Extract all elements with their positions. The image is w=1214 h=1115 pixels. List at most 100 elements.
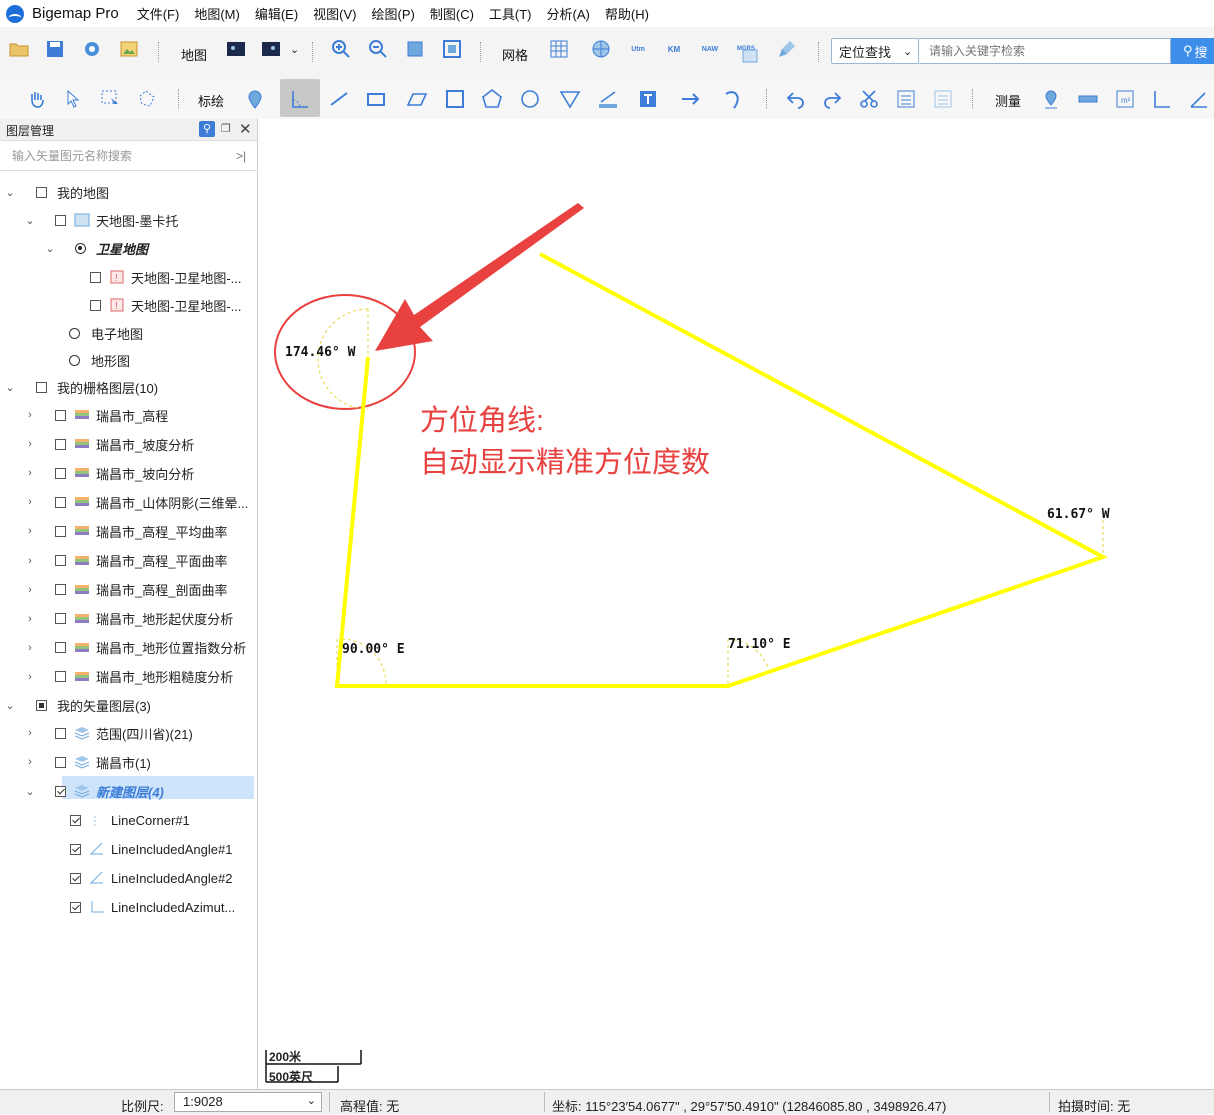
chevron-down-icon[interactable]: ⌄ (25, 214, 35, 227)
checkbox[interactable] (90, 299, 101, 311)
tree-item-satellite-map[interactable]: ⌄ 卫星地图 (45, 237, 148, 259)
checkbox[interactable] (55, 467, 66, 479)
chevron-right-icon[interactable]: › (25, 613, 35, 625)
collapse-icon[interactable]: >| (236, 141, 246, 171)
float-window-icon[interactable]: ❐ (221, 122, 231, 135)
feature-line-corner[interactable]: LineCorner#1 (70, 809, 190, 831)
checkbox[interactable] (55, 525, 66, 537)
checkbox[interactable] (36, 381, 47, 393)
tree-item-raster-layer[interactable]: › 瑞昌市_地形位置指数分析 (25, 637, 246, 659)
tree-item-raster-layer[interactable]: › 瑞昌市_坡度分析 (25, 433, 194, 455)
measure-angle-icon[interactable] (1150, 87, 1174, 111)
parallelogram-icon[interactable] (405, 87, 429, 111)
cut-scissors-icon[interactable] (857, 87, 881, 111)
chevron-down-icon[interactable]: ⌄ (5, 699, 15, 712)
radio-selected[interactable] (75, 242, 86, 254)
chevron-down-icon[interactable]: ⌄ (290, 43, 299, 56)
grid-icon[interactable] (547, 37, 571, 61)
tree-item-sat-layer-2[interactable]: ! 天地图-卫星地图-... (90, 294, 242, 316)
menu-file[interactable]: 文件(F) (137, 4, 180, 23)
tree-item-raster-layer[interactable]: › 瑞昌市_地形起伏度分析 (25, 608, 233, 630)
measure-azimuth-icon[interactable] (1187, 87, 1211, 111)
full-extent-icon[interactable] (403, 37, 427, 61)
tree-group-raster[interactable]: ⌄ 我的栅格图层(10) (5, 376, 158, 398)
menu-edit[interactable]: 编辑(E) (255, 4, 298, 23)
tree-group-vector[interactable]: ⌄ 我的矢量图层(3) (5, 694, 151, 716)
naw-grid-button[interactable]: NAW (698, 37, 722, 61)
select-arrow-icon[interactable] (61, 87, 85, 111)
utm-grid-button[interactable]: Utm (626, 37, 650, 61)
pan-hand-icon[interactable] (25, 87, 49, 111)
box-select-icon[interactable] (98, 87, 122, 111)
chevron-right-icon[interactable]: › (25, 555, 35, 567)
menu-map[interactable]: 地图(M) (194, 4, 240, 23)
tree-item-raster-layer[interactable]: › 瑞昌市_地形粗糙度分析 (25, 666, 233, 688)
checkbox[interactable] (55, 671, 66, 683)
checkbox-checked[interactable] (70, 814, 81, 826)
measure-area-icon[interactable]: m² (1113, 87, 1137, 111)
checkbox[interactable] (55, 555, 66, 566)
chevron-down-icon[interactable]: ⌄ (45, 242, 55, 255)
menu-view[interactable]: 视图(V) (313, 4, 356, 23)
open-folder-icon[interactable] (7, 37, 31, 61)
layer-search-input[interactable]: 输入矢量图元名称搜索 >| (0, 141, 257, 171)
checkbox[interactable] (55, 756, 66, 768)
feature-line-included-angle-2[interactable]: LineIncludedAngle#2 (70, 867, 232, 889)
tree-item-vector-new[interactable]: ⌄ 新建图层(4) (25, 780, 164, 802)
tree-group-my-map[interactable]: ⌄ 我的地图 (5, 181, 109, 203)
checkbox[interactable] (55, 496, 66, 508)
tree-item-terrain-map[interactable]: 地形图 (69, 349, 130, 371)
map-canvas[interactable]: 方位角线: 自动显示精准方位度数 174.46° W 61.67° W 90.0… (258, 119, 1214, 1089)
chevron-right-icon[interactable]: › (25, 642, 35, 654)
checkbox[interactable] (55, 727, 66, 739)
triangle-draw-icon[interactable] (558, 87, 582, 111)
chevron-down-icon[interactable]: ⌄ (25, 785, 35, 798)
menu-help[interactable]: 帮助(H) (605, 4, 649, 23)
azimuth-line-icon[interactable] (288, 87, 312, 111)
checkbox-checked[interactable] (55, 785, 66, 797)
chevron-right-icon[interactable]: › (25, 525, 35, 537)
checkbox[interactable] (55, 214, 66, 226)
basemap-select-icon[interactable] (259, 37, 283, 61)
checkbox[interactable] (55, 584, 66, 596)
search-input[interactable] (919, 38, 1171, 64)
dark-map-icon[interactable] (224, 37, 248, 61)
text-tool-icon[interactable] (636, 87, 660, 111)
search-icon[interactable]: ⚲ (199, 121, 215, 137)
menu-draw[interactable]: 绘图(P) (372, 4, 415, 23)
tree-item-vector-ruichang[interactable]: › 瑞昌市(1) (25, 751, 151, 773)
chevron-right-icon[interactable]: › (25, 467, 35, 479)
tree-item-raster-layer[interactable]: › 瑞昌市_高程_平面曲率 (25, 550, 227, 572)
tree-item-tianditu-mercator[interactable]: ⌄ 天地图-墨卡托 (25, 209, 178, 231)
chevron-right-icon[interactable]: › (25, 671, 35, 683)
tree-item-raster-layer[interactable]: › 瑞昌市_山体阴影(三维晕... (25, 491, 248, 513)
chevron-right-icon[interactable]: › (25, 496, 35, 508)
tree-item-raster-layer[interactable]: › 瑞昌市_高程_剖面曲率 (25, 579, 227, 601)
feature-line-included-azimuth[interactable]: LineIncludedAzimut... (70, 896, 235, 918)
globe-grid-icon[interactable] (589, 37, 613, 61)
properties-icon[interactable] (894, 87, 918, 111)
chevron-right-icon[interactable]: › (25, 584, 35, 596)
settings-gear-icon[interactable] (80, 37, 104, 61)
checkbox-checked[interactable] (70, 843, 81, 855)
search-button[interactable]: ⚲ 搜 (1171, 38, 1214, 64)
radio[interactable] (69, 354, 80, 366)
checkbox[interactable] (55, 642, 66, 654)
km-grid-button[interactable]: KM (662, 37, 686, 61)
pentagon-icon[interactable] (480, 87, 504, 111)
close-icon[interactable]: ✕ (239, 120, 252, 138)
curve-draw-icon[interactable] (722, 87, 746, 111)
undo-icon[interactable] (784, 87, 808, 111)
tree-item-vector-sichuan[interactable]: › 范围(四川省)(21) (25, 722, 193, 744)
checkbox[interactable] (55, 409, 66, 421)
checkbox[interactable] (55, 613, 66, 625)
tree-item-electronic-map[interactable]: 电子地图 (69, 322, 143, 344)
poly-select-icon[interactable] (135, 87, 159, 111)
marker-pin-icon[interactable] (243, 87, 267, 111)
tree-item-raster-layer[interactable]: › 瑞昌市_高程 (25, 404, 168, 426)
scale-select[interactable]: 1:9028 ⌄ (174, 1092, 322, 1112)
checkbox-checked[interactable] (70, 901, 81, 913)
feature-line-included-angle-1[interactable]: LineIncludedAngle#1 (70, 838, 232, 860)
tree-item-raster-layer[interactable]: › 瑞昌市_坡向分析 (25, 462, 194, 484)
square-draw-icon[interactable] (443, 87, 467, 111)
